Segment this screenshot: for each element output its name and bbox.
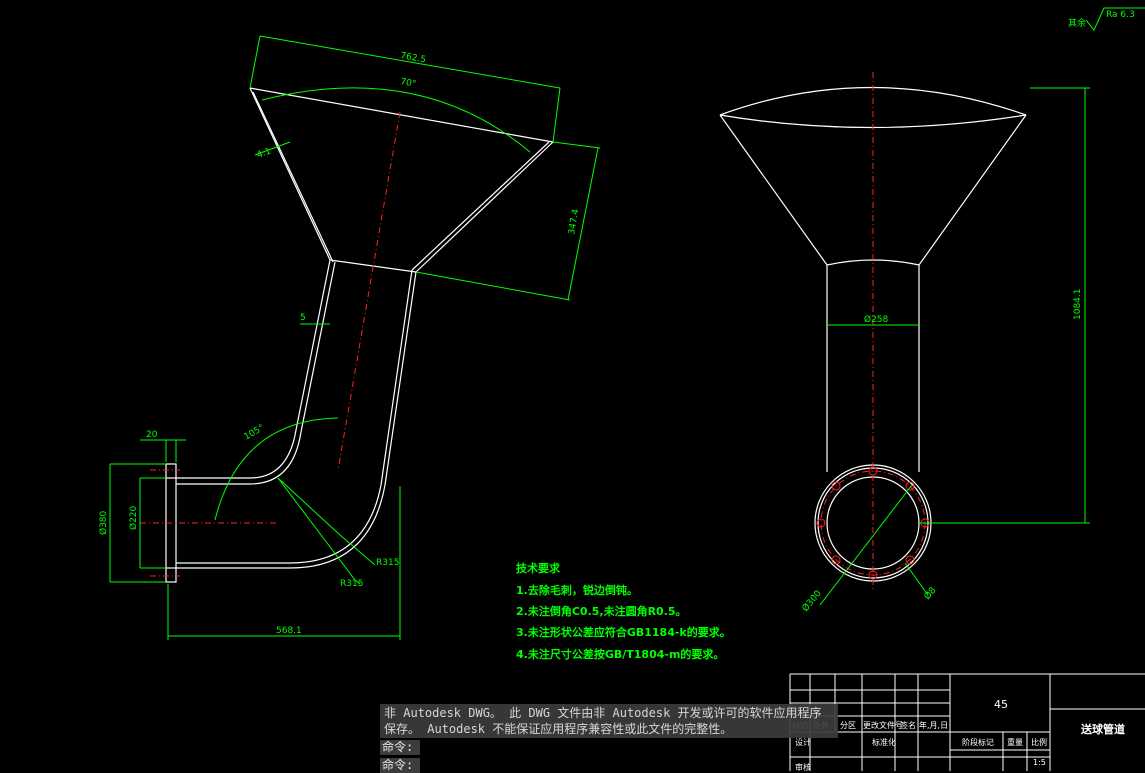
command-history-line-2: 保存。 Autodesk 不能保证应用程序兼容性或此文件的完整性。 — [384, 722, 733, 736]
tb-date: 年,月,日 — [919, 720, 948, 730]
command-history-line-1: 非 Autodesk DWG。 此 DWG 文件由非 Autodesk 开发或许… — [384, 706, 822, 720]
tb-weight: 重量 — [1007, 737, 1023, 747]
left-view-geometry — [165, 87, 554, 583]
tb-material: 45 — [994, 698, 1008, 711]
dim-right-bolt-circle: Ø300 — [800, 588, 824, 614]
dim-left-thickness: 4.1 — [256, 147, 273, 161]
tb-part-name: 送球管道 — [1080, 722, 1125, 736]
right-view-dimensions — [819, 87, 1090, 606]
command-history[interactable]: 非 Autodesk DWG。 此 DWG 文件由非 Autodesk 开发或许… — [380, 704, 838, 738]
dim-left-angle: 70° — [399, 77, 416, 90]
dim-left-wall: 5 — [300, 313, 306, 323]
tech-req-item-4: 4.未注尺寸公差按GB/T1804-m的要求。 — [516, 647, 724, 661]
tb-sign: 签名 — [900, 720, 916, 730]
dim-left-top-length: 762.5 — [399, 51, 426, 65]
tech-req-item-1: 1.去除毛刺，锐边倒钝。 — [516, 583, 638, 597]
tb-scale-value: 1:5 — [1033, 758, 1046, 767]
dim-right-pipe-dia: Ø258 — [864, 314, 889, 325]
dim-left-bend-r-inner: R315 — [340, 579, 363, 589]
roughness-label: 其余 — [1068, 17, 1086, 29]
tb-zone: 分区 — [840, 721, 856, 730]
command-prompt-1: 命令: — [380, 740, 420, 755]
roughness-value: Ra 6.3 — [1106, 10, 1135, 20]
dim-left-pipe-dia: Ø220 — [128, 505, 139, 530]
dim-right-height: 1084.1 — [1073, 289, 1083, 321]
tb-review: 审核 — [795, 762, 811, 771]
tb-stage: 阶段标记 — [962, 737, 994, 747]
dim-left-flange-thk: 20 — [146, 430, 158, 440]
tb-standard: 标准化 — [872, 737, 896, 747]
right-view-centerlines — [820, 72, 926, 590]
tech-req-item-3: 3.未注形状公差应符合GB1184-k的要求。 — [516, 625, 731, 639]
dim-left-flange-dia: Ø380 — [98, 510, 109, 535]
dim-left-funnel-depth: 347.4 — [567, 208, 581, 235]
dim-left-bend-angle: 105° — [243, 423, 267, 443]
tb-design: 设计 — [795, 737, 811, 747]
tech-req-item-2: 2.未注倒角C0.5,未注圆角R0.5。 — [516, 604, 687, 618]
dim-left-bottom-length: 568.1 — [276, 626, 302, 636]
tb-change-doc: 更改文件号 — [863, 720, 903, 730]
tb-scale: 比例 — [1031, 737, 1047, 747]
tech-req-title: 技术要求 — [516, 561, 561, 575]
left-view-centerlines — [140, 111, 401, 577]
dim-right-hole: Ø8 — [922, 585, 939, 602]
drawing-canvas[interactable]: 762.5 70° 4.1 347.4 5 105° 20 Ø380 Ø220 … — [0, 0, 1145, 771]
left-view-dimensions — [109, 35, 601, 640]
dim-left-bend-r-outer: R315 — [376, 558, 399, 568]
